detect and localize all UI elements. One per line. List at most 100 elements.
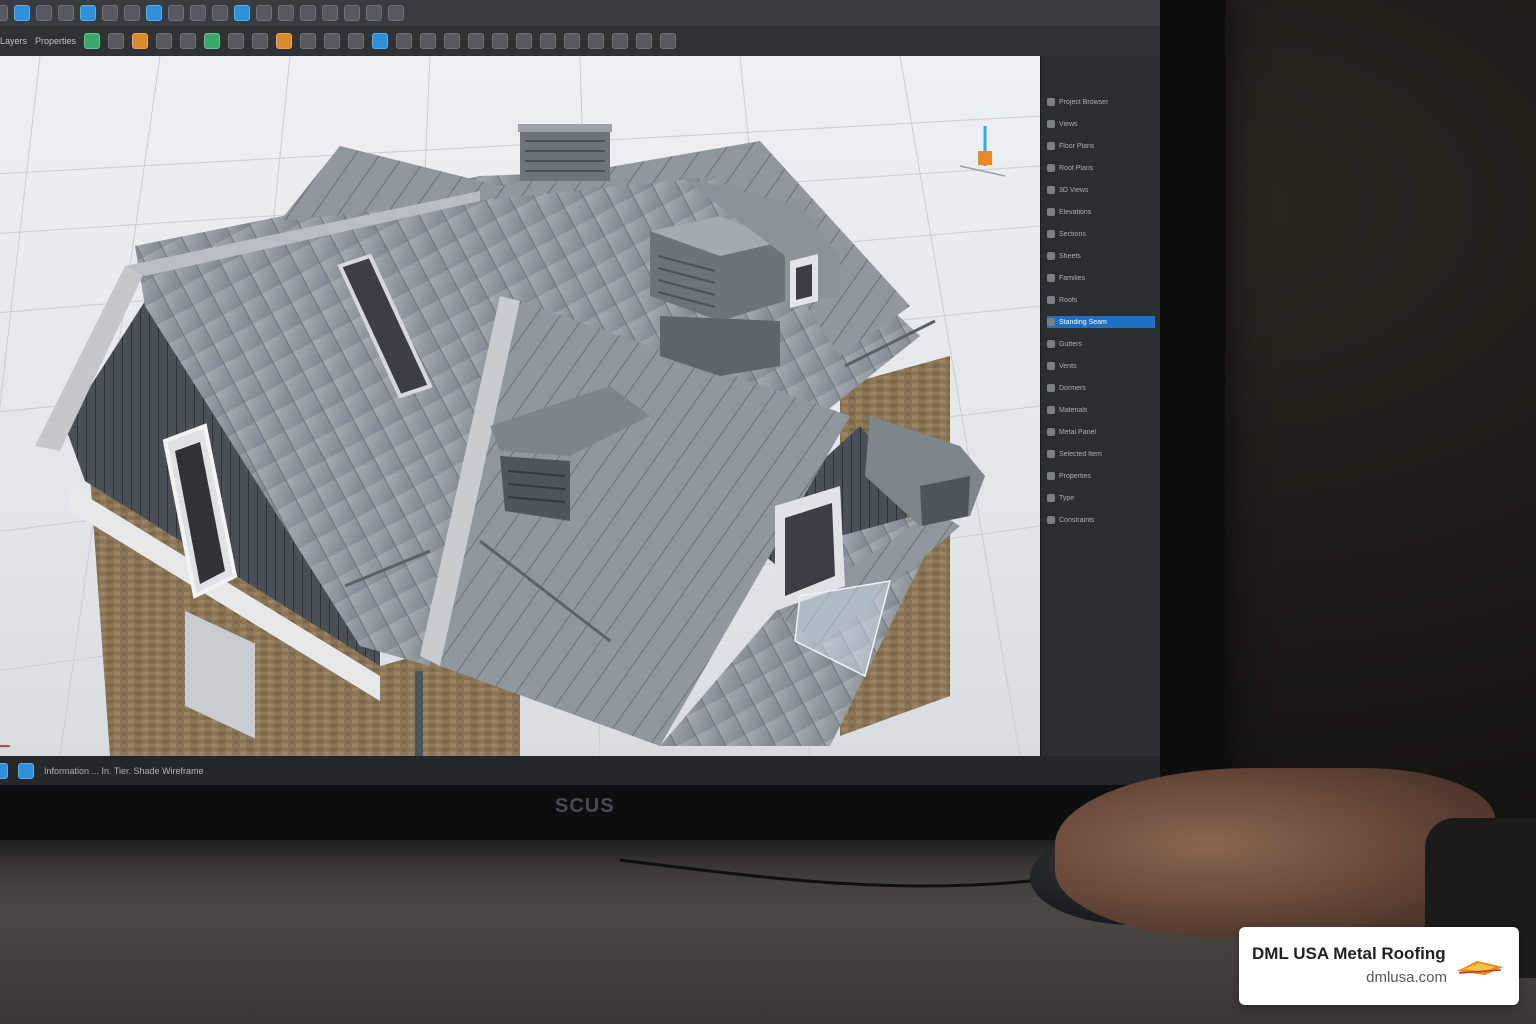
tool-icon[interactable]: [588, 33, 605, 49]
tool-icon[interactable]: [132, 33, 149, 49]
tool-icon[interactable]: [36, 5, 52, 21]
panel-item-icon: [1047, 472, 1055, 480]
tool-icon[interactable]: [156, 33, 173, 49]
tool-icon[interactable]: [252, 33, 269, 49]
tool-icon[interactable]: [84, 33, 101, 49]
tool-icon[interactable]: [372, 33, 389, 49]
tool-icon[interactable]: [348, 33, 365, 49]
panel-item[interactable]: Roof Plans: [1047, 162, 1155, 174]
panel-item-label: Standing Seam: [1059, 318, 1107, 326]
badge-url[interactable]: dmlusa.com: [1366, 969, 1447, 986]
panel-item-label: Properties: [1059, 472, 1091, 480]
tool-icon[interactable]: [58, 5, 74, 21]
toolbar-label-properties: Properties: [35, 36, 77, 46]
panel-item-label: Floor Plans: [1059, 142, 1095, 150]
tool-icon[interactable]: [388, 5, 404, 21]
start-icon[interactable]: [18, 762, 34, 779]
panel-item-icon: [1047, 406, 1055, 414]
status-bar: Information ... In. Tier. Shade Wirefram…: [0, 756, 1160, 785]
tool-icon[interactable]: [276, 33, 293, 49]
tool-icon[interactable]: [660, 33, 677, 49]
tool-icon[interactable]: [492, 33, 509, 49]
panel-item-icon: [1047, 120, 1055, 128]
tool-icon[interactable]: [124, 5, 140, 21]
panel-item[interactable]: Type: [1047, 492, 1155, 504]
toolbar-top: [0, 0, 1160, 26]
panel-item[interactable]: Dormers: [1047, 382, 1155, 394]
panel-item-label: Type: [1059, 494, 1075, 502]
tool-icon[interactable]: [102, 5, 118, 21]
tool-icon[interactable]: [540, 33, 557, 49]
3d-viewport[interactable]: [0, 56, 1040, 756]
panel-item-icon: [1047, 494, 1055, 502]
tool-icon[interactable]: [396, 33, 413, 49]
tool-icon[interactable]: [300, 5, 316, 21]
panel-item[interactable]: Sections: [1047, 228, 1155, 240]
panel-item-icon: [1047, 164, 1055, 172]
panel-item[interactable]: Properties: [1047, 470, 1155, 482]
panel-item[interactable]: Vents: [1047, 360, 1155, 372]
panel-item-label: Elevations: [1059, 208, 1092, 216]
tool-icon[interactable]: [344, 5, 360, 21]
panel-item-icon: [1047, 274, 1055, 282]
panel-item[interactable]: Gutters: [1047, 338, 1155, 350]
panel-item-icon: [1047, 142, 1055, 150]
tool-icon[interactable]: [80, 5, 96, 21]
tool-icon[interactable]: [516, 33, 533, 49]
panel-item[interactable]: Selected Item: [1047, 448, 1155, 460]
panel-item[interactable]: Elevations: [1047, 206, 1155, 218]
panel-item[interactable]: 3D Views: [1047, 184, 1155, 196]
panel-item-label: Roof Plans: [1059, 164, 1094, 172]
tool-icon[interactable]: [322, 5, 338, 21]
panel-item-icon: [1047, 340, 1055, 348]
panel-item[interactable]: Constraints: [1047, 514, 1155, 526]
panel-item[interactable]: Project Browser: [1047, 96, 1155, 108]
panel-item[interactable]: Materials: [1047, 404, 1155, 416]
tool-icon[interactable]: [636, 33, 653, 49]
tool-icon[interactable]: [146, 5, 162, 21]
badge-title: DML USA Metal Roofing: [1252, 944, 1446, 963]
viewport-grid: [0, 56, 1040, 756]
panel-item-icon: [1047, 296, 1055, 304]
browser-icon[interactable]: [0, 762, 8, 779]
dml-logo-icon: [1457, 961, 1503, 975]
monitor: FileEditViewInsertFormatToolsDrawModifyW…: [0, 0, 1225, 840]
panel-item[interactable]: Roofs: [1047, 294, 1155, 306]
monitor-brand-logo: SCUS: [555, 795, 615, 817]
tool-icon[interactable]: [612, 33, 629, 49]
tool-icon[interactable]: [180, 33, 197, 49]
panel-item-label: Gutters: [1059, 340, 1082, 348]
panel-item-icon: [1047, 186, 1055, 194]
panel-item-icon: [1047, 428, 1055, 436]
panel-item[interactable]: Sheets: [1047, 250, 1155, 262]
tool-icon[interactable]: [234, 5, 250, 21]
status-text: Information ... In. Tier. Shade Wirefram…: [44, 765, 204, 776]
panel-item-icon: [1047, 384, 1055, 392]
panel-item[interactable]: Standing Seam: [1047, 316, 1155, 328]
tool-icon[interactable]: [278, 5, 294, 21]
tool-icon[interactable]: [14, 5, 30, 21]
tool-icon[interactable]: [300, 33, 317, 49]
tool-icon[interactable]: [168, 5, 184, 21]
toolbar-secondary: Layers Properties: [0, 26, 1160, 56]
tool-icon[interactable]: [228, 33, 245, 49]
tool-icon[interactable]: [564, 33, 581, 49]
tool-icon[interactable]: [256, 5, 272, 21]
tool-icon[interactable]: [204, 33, 221, 49]
panel-item[interactable]: Families: [1047, 272, 1155, 284]
tool-icon[interactable]: [212, 5, 228, 21]
tool-icon[interactable]: [324, 33, 341, 49]
tool-icon[interactable]: [366, 5, 382, 21]
brand-badge[interactable]: DML USA Metal Roofing dmlusa.com: [1239, 927, 1519, 1005]
tool-icon[interactable]: [420, 33, 437, 49]
tool-icon[interactable]: [0, 5, 8, 21]
tool-icon[interactable]: [190, 5, 206, 21]
tool-icon[interactable]: [468, 33, 485, 49]
tool-icon[interactable]: [108, 33, 125, 49]
panel-item[interactable]: Floor Plans: [1047, 140, 1155, 152]
tool-icon[interactable]: [444, 33, 461, 49]
panel-item-label: Sheets: [1059, 252, 1081, 260]
panel-item[interactable]: Views: [1047, 118, 1155, 130]
panel-item-icon: [1047, 362, 1055, 370]
panel-item[interactable]: Metal Panel: [1047, 426, 1155, 438]
